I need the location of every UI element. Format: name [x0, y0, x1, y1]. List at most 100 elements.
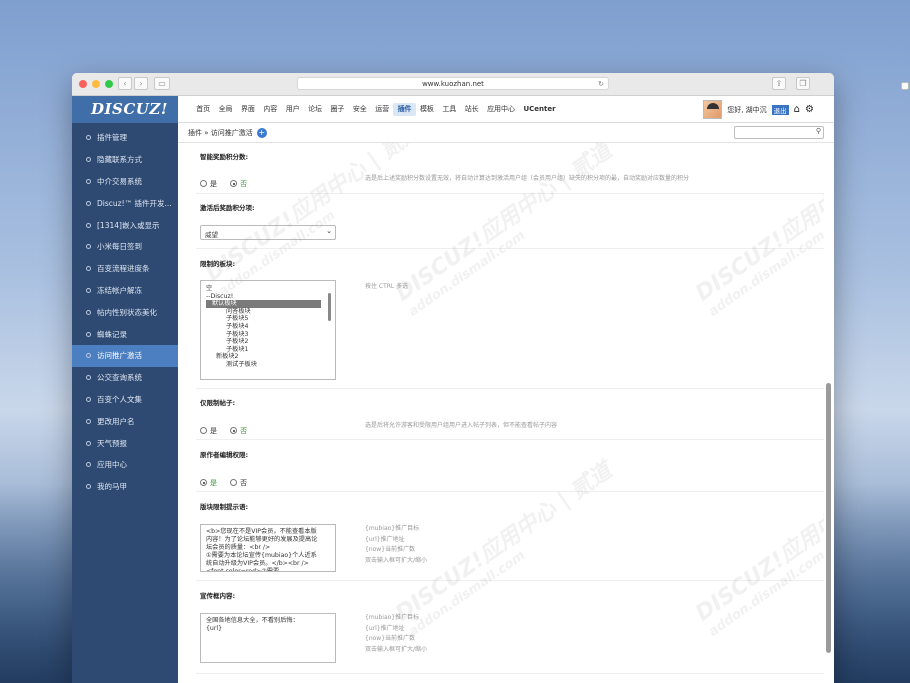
circle-icon [86, 178, 91, 184]
board-option[interactable]: 子板块5 [206, 315, 335, 323]
radio-no-label: 否 [240, 426, 248, 435]
topnav-item[interactable]: 站长 [461, 103, 483, 116]
sidebar-item-label: 我的马甲 [97, 482, 127, 492]
page-scrollbar[interactable] [826, 143, 831, 683]
divider [196, 673, 824, 674]
avatar[interactable] [703, 100, 723, 119]
user-greeting: 您好, 湖中沉 [727, 105, 767, 114]
topnav-item[interactable]: 论坛 [304, 103, 326, 116]
radio-yes-circle[interactable] [200, 180, 207, 187]
select-value: 威望 [205, 231, 218, 239]
radio-yes[interactable]: 是 [200, 478, 217, 488]
topnav-item[interactable]: 内容 [259, 103, 281, 116]
sidebar-item[interactable]: 我的马甲 [72, 476, 178, 498]
field-label: 智能奖励积分数: [200, 153, 249, 161]
topnav-item[interactable]: 插件 [393, 102, 416, 116]
sidebar-item[interactable]: 插件管理 [72, 127, 178, 149]
topnav-item[interactable]: 用户 [282, 103, 304, 116]
window-controls [79, 80, 113, 88]
variable-hints: {mubiao}推广目标 {url}推广地址 {now}当前推广数 双击输入框可扩大/… [365, 613, 427, 656]
sidebar-item[interactable]: 百变流程进度条 [72, 258, 178, 280]
radio-yes-circle[interactable] [200, 427, 207, 434]
radio-no-circle[interactable] [230, 479, 238, 486]
radio-no-circle[interactable] [230, 180, 238, 187]
logout-button[interactable]: 退出 [771, 104, 789, 115]
sidebar-item[interactable]: 隐藏联系方式 [72, 149, 178, 171]
radio-no-label: 否 [240, 478, 248, 487]
radio-no[interactable]: 否 [230, 179, 247, 189]
tabs-overview-icon[interactable]: ❐ [796, 77, 810, 90]
field-smart-reward-options: 是 否 选是后上述奖励积分数设置无效，将自动计算达到激活用户组（会员用户组）缺失… [200, 172, 824, 191]
back-arrow-icon[interactable]: ‹ [118, 77, 132, 90]
sidebar-item[interactable]: 访问推广激活 [72, 344, 178, 367]
textarea-line: ①需要为本论坛宣传{mubiao}个人近系 [206, 552, 317, 559]
radio-no[interactable]: 否 [230, 478, 247, 488]
radio-no-circle[interactable] [230, 427, 238, 434]
radio-yes[interactable]: 是 [200, 179, 217, 189]
sidebar-toggle-icon[interactable]: ▭ [154, 77, 170, 90]
topnav-item[interactable]: UCenter [519, 103, 559, 116]
topnav-item[interactable]: 全局 [214, 103, 236, 116]
sidebar-item[interactable]: 更改用户名 [72, 410, 178, 432]
divider [196, 388, 824, 389]
boards-multiselect[interactable]: 空 --Discuz! 默认板块 问答板块 子板块5 子板块4 子板块3 子板块2 子板块1 新板… [200, 280, 336, 380]
board-option[interactable]: 新板块2 [206, 353, 335, 361]
sidebar-item[interactable]: [1314]嵌入或显示 [72, 214, 178, 236]
variable-hint: {url}推广地址 [365, 624, 405, 632]
address-bar[interactable]: www.kuozhan.net ↻ [297, 77, 609, 90]
sidebar-item[interactable]: 百变个人文集 [72, 389, 178, 411]
field-restrict-threads-options: 是 否 选是后将允许游客和受限用户组用户进入帖子列表，但不能查看帖子内容 [200, 419, 824, 438]
sidebar-item[interactable]: 公交查询系统 [72, 367, 178, 389]
add-icon[interactable]: + [256, 127, 267, 138]
watermark: DISCUZ!应用中心 | 贰道addon.dismall.com [391, 143, 617, 320]
watermark: DISCUZ!应用中心 | 贰道addon.dismall.com [201, 143, 427, 300]
topnav-item[interactable]: 应用中心 [483, 103, 519, 116]
sidebar-item[interactable]: 蜘蛛记录 [72, 323, 178, 345]
circle-icon [86, 287, 91, 293]
promo-content-textarea[interactable]: 全国各地信息大全，不看别后悔： {url} [200, 613, 336, 663]
home-icon[interactable]: ⌂ [794, 104, 800, 115]
sidebar-item[interactable]: 天气预报 [72, 432, 178, 454]
circle-icon [86, 418, 91, 424]
add-widget-icon[interactable] [901, 82, 909, 90]
board-option[interactable]: 子板块2 [206, 338, 335, 346]
circle-icon [86, 222, 91, 228]
reload-icon[interactable]: ↻ [598, 78, 604, 90]
topnav-item[interactable]: 安全 [349, 103, 371, 116]
board-option[interactable]: 测试子板块 [206, 361, 335, 369]
gear-icon[interactable]: ⚙ [805, 104, 814, 115]
topnav-item[interactable]: 圈子 [326, 103, 348, 116]
breadcrumb-bar: 插件 » 访问推广激活 + ⚲ [178, 123, 834, 143]
listbox-scrollbar[interactable] [327, 283, 333, 377]
share-icon[interactable]: ⇪ [772, 77, 786, 90]
board-option[interactable]: 默认板块 [206, 300, 321, 308]
sidebar-item[interactable]: 中介交易系统 [72, 171, 178, 193]
discuz-logo[interactable]: DISCUZ! [72, 96, 178, 123]
board-option[interactable]: 空 [206, 285, 335, 293]
sidebar-item[interactable]: 小米每日签到 [72, 236, 178, 258]
maximize-window-button[interactable] [105, 80, 113, 88]
topnav-item[interactable]: 界面 [237, 103, 259, 116]
search-input[interactable]: ⚲ [734, 126, 824, 139]
search-icon[interactable]: ⚲ [816, 127, 821, 135]
topnav-item[interactable]: 模板 [416, 103, 438, 116]
sidebar-item[interactable]: 应用中心 [72, 454, 178, 476]
scrollbar-thumb[interactable] [826, 383, 831, 653]
forward-arrow-icon[interactable]: › [134, 77, 148, 90]
sidebar-item[interactable]: 冻结帐户解冻 [72, 280, 178, 302]
radio-yes-circle[interactable] [200, 479, 207, 486]
sidebar-item[interactable]: 帖内性别状态美化 [72, 301, 178, 323]
radio-yes[interactable]: 是 [200, 426, 217, 436]
board-tip-textarea[interactable]: <b>您现在不是VIP会员，不能查看本版 内容！为了论坛能够更好的发展及提高论 坛会… [200, 524, 336, 572]
reward-item-select[interactable]: 威望 ⌄ [200, 225, 336, 240]
sidebar-item[interactable]: Discuz!™ 插件开发... [72, 192, 178, 214]
radio-no[interactable]: 否 [230, 426, 247, 436]
topnav-item[interactable]: 首页 [192, 103, 214, 116]
board-option[interactable]: 子板块4 [206, 323, 335, 331]
topnav-item[interactable]: 运营 [371, 103, 393, 116]
field-reward-item: 激活后奖励积分项: [200, 202, 824, 212]
topnav-item[interactable]: 工具 [438, 103, 460, 116]
close-window-button[interactable] [79, 80, 87, 88]
minimize-window-button[interactable] [92, 80, 100, 88]
browser-window: ‹ › ▭ www.kuozhan.net ↻ ⇪ ❐ DISCUZ! 插件管理… [72, 73, 834, 683]
